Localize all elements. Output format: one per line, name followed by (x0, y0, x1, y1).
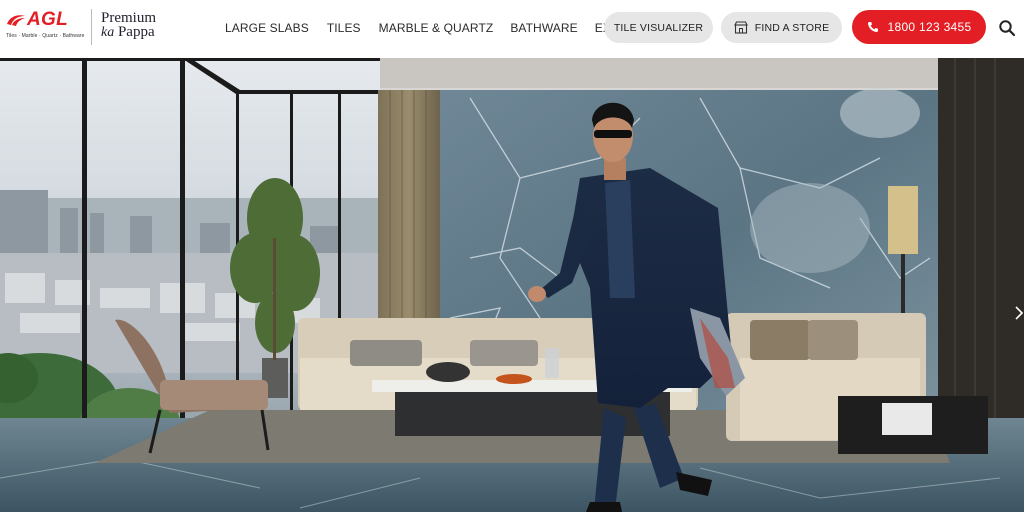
tile-visualizer-label: TILE VISUALIZER (613, 21, 704, 34)
premium-ka-pappa-tagline: Premium ka Pappa (101, 11, 181, 45)
hero-banner[interactable] (0, 58, 1024, 512)
tagline-line2: ka Pappa (101, 25, 181, 40)
tagline-ka: ka (101, 25, 115, 40)
agl-logo[interactable]: AGL Tiles · Marble · Quartz · Bathware (6, 9, 86, 45)
phone-icon (867, 22, 878, 32)
find-store-button[interactable]: FIND A STORE (721, 12, 842, 43)
tagline-line1: Premium (101, 10, 156, 26)
find-store-label: FIND A STORE (754, 21, 830, 34)
storefront-icon (733, 21, 748, 34)
nav-marble-quartz[interactable]: MARBLE & QUARTZ (379, 21, 494, 37)
main-nav: LARGE SLABS TILES MARBLE & QUARTZ BATHWA… (225, 21, 653, 37)
logo-tagline: Tiles · Marble · Quartz · Bathware (6, 33, 85, 39)
phone-number: 1800 123 3455 (887, 20, 972, 34)
tile-visualizer-button[interactable]: TILE VISUALIZER (604, 12, 713, 43)
search-icon[interactable] (998, 19, 1016, 37)
tagline-pappa: Pappa (117, 24, 155, 40)
logo-swoosh-icon (7, 15, 25, 26)
nav-large-slabs[interactable]: LARGE SLABS (225, 21, 309, 37)
chevron-right-icon[interactable] (1014, 303, 1024, 323)
living-room-hero-image (0, 58, 1024, 512)
logo-text: AGL (27, 9, 69, 30)
nav-tiles[interactable]: TILES (327, 21, 361, 37)
site-header: AGL Tiles · Marble · Quartz · Bathware P… (0, 0, 1024, 58)
call-button[interactable]: 1800 123 3455 (852, 10, 986, 44)
nav-bathware[interactable]: BATHWARE (510, 21, 577, 37)
header-divider (91, 9, 92, 45)
